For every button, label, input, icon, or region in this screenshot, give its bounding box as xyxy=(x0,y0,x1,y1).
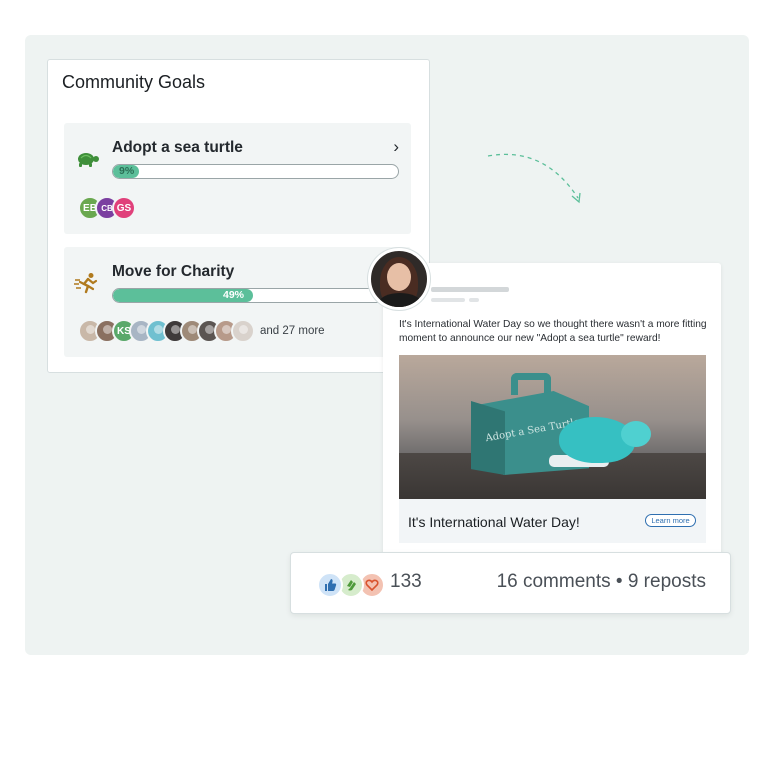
reaction-count[interactable]: 133 xyxy=(390,571,422,593)
comments-reposts-count[interactable]: 16 comments • 9 reposts xyxy=(497,571,706,593)
goal-name: Move for Charity xyxy=(112,263,235,280)
turtle-icon xyxy=(78,153,99,167)
chevron-right-icon[interactable]: › xyxy=(393,137,399,157)
author-meta-placeholder xyxy=(431,298,465,302)
goal-name: Adopt a sea turtle xyxy=(112,139,243,156)
runner-icon xyxy=(74,273,98,294)
more-participants-label[interactable]: and 27 more xyxy=(260,325,325,337)
thumbs-up-icon xyxy=(317,572,343,598)
author-meta-placeholder xyxy=(469,298,479,302)
participant-avatars[interactable]: EB CB GS xyxy=(78,196,136,220)
avatar: GS xyxy=(112,196,136,220)
avatar xyxy=(231,319,255,343)
author-name-placeholder xyxy=(431,287,509,292)
goal-progress-bar: 9% xyxy=(112,164,399,179)
goal-progress-bar: 49% xyxy=(112,288,399,303)
link-preview-title: It's International Water Day! xyxy=(408,514,580,530)
community-goals-title: Community Goals xyxy=(62,72,206,92)
reaction-icons[interactable] xyxy=(317,572,387,598)
post-image[interactable]: Adopt a Sea Turtle xyxy=(399,355,706,499)
post-body-text: It's International Water Day so we thoug… xyxy=(399,319,707,344)
author-avatar[interactable] xyxy=(368,248,430,310)
link-preview-bar[interactable]: It's International Water Day! Learn more xyxy=(399,499,706,543)
goal-adopt-sea-turtle[interactable]: Adopt a sea turtle › 9% EB CB GS xyxy=(64,123,411,234)
reactions-bar: 133 16 comments • 9 reposts xyxy=(290,552,731,614)
learn-more-button[interactable]: Learn more xyxy=(645,514,696,527)
curved-arrow-icon xyxy=(487,153,581,204)
progress-percent: 9% xyxy=(119,165,135,177)
community-goals-card: Community Goals Adopt a sea turtle › 9% … xyxy=(47,59,430,373)
participant-avatars[interactable]: KS xyxy=(78,319,255,343)
progress-percent: 49% xyxy=(223,289,245,301)
goal-move-for-charity[interactable]: Move for Charity 49% KS and 27 more xyxy=(64,247,411,357)
